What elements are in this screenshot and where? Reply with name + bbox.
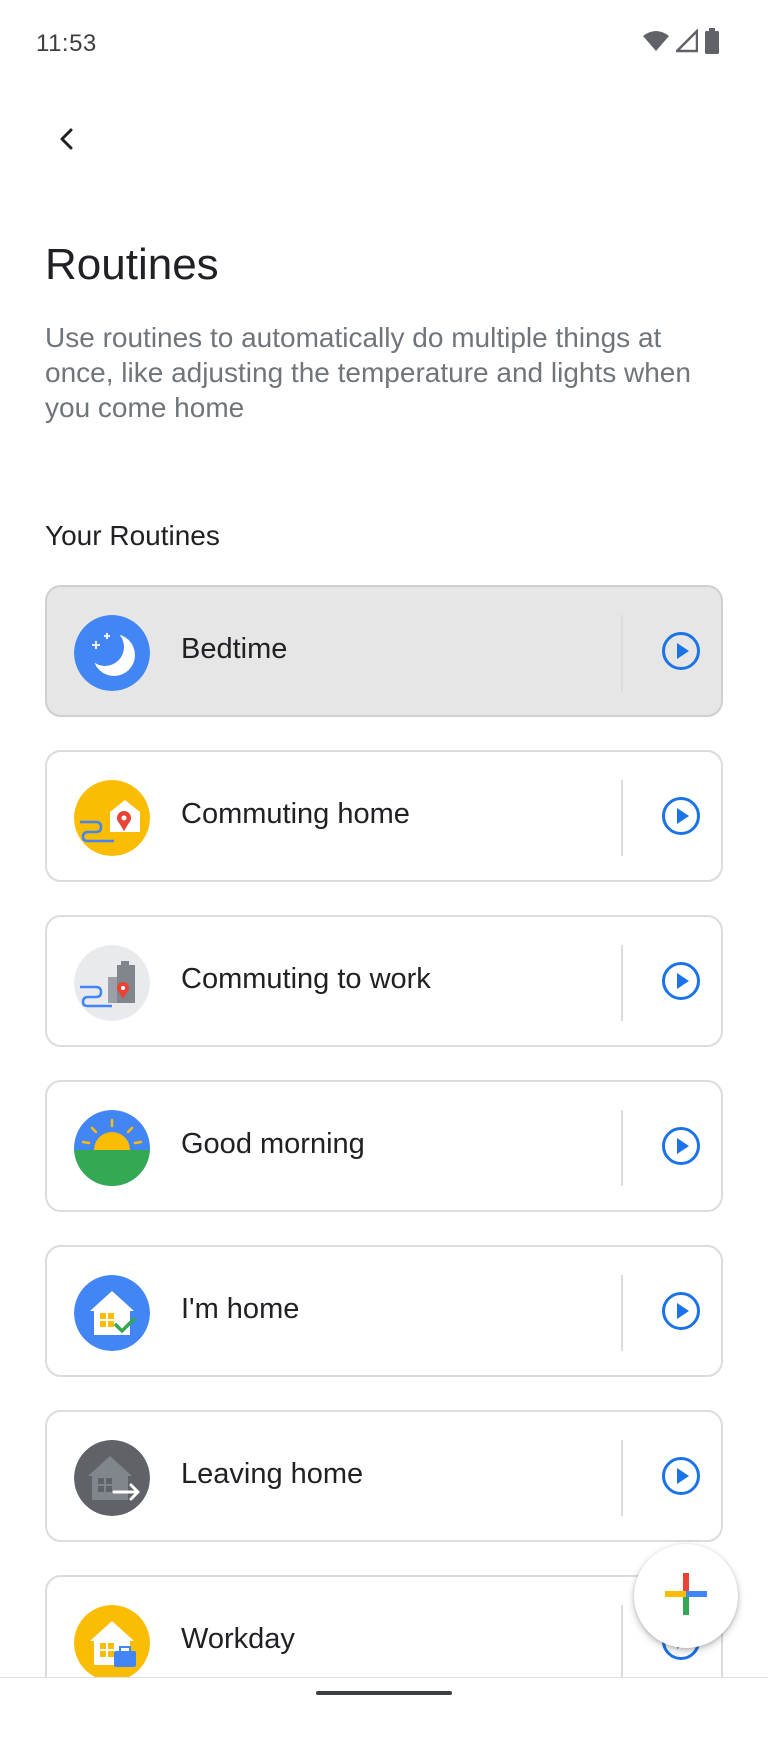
play-button-commuting-to-work[interactable] xyxy=(643,945,719,1021)
play-icon xyxy=(661,961,701,1006)
commute-work-icon xyxy=(74,945,150,1021)
play-button-bedtime[interactable] xyxy=(643,615,719,691)
page-description: Use routines to automatically do multipl… xyxy=(45,322,691,423)
divider xyxy=(621,1110,623,1186)
play-icon xyxy=(661,1126,701,1171)
divider xyxy=(621,780,623,856)
play-button-commuting-home[interactable] xyxy=(643,780,719,856)
commute-home-icon xyxy=(74,780,150,856)
navigation-bar xyxy=(0,1677,768,1708)
sunrise-icon xyxy=(74,1110,150,1186)
play-icon xyxy=(661,631,701,676)
play-button-good-morning[interactable] xyxy=(643,1110,719,1186)
play-icon xyxy=(661,796,701,841)
wifi-icon xyxy=(642,29,670,58)
plus-icon xyxy=(661,1569,711,1624)
routine-name: I'm home xyxy=(181,1293,300,1325)
routine-card-good-morning[interactable]: Good morning xyxy=(45,1080,723,1212)
routine-name: Workday xyxy=(181,1623,295,1655)
status-time: 11:53 xyxy=(36,30,97,57)
routine-card-leaving-home[interactable]: Leaving home xyxy=(45,1410,723,1542)
play-icon xyxy=(661,1456,701,1501)
routine-name: Commuting to work xyxy=(181,963,431,995)
routine-name: Bedtime xyxy=(181,633,288,665)
add-routine-button[interactable] xyxy=(634,1544,738,1648)
chevron-left-icon xyxy=(55,127,79,156)
play-button-leaving-home[interactable] xyxy=(643,1440,719,1516)
divider xyxy=(621,1605,623,1681)
routine-card-bedtime[interactable]: Bedtime xyxy=(45,585,723,717)
status-icons xyxy=(642,27,720,59)
routine-name: Leaving home xyxy=(181,1458,364,1490)
cell-signal-icon xyxy=(673,27,699,58)
house-check-icon xyxy=(74,1275,150,1351)
routine-card-commuting-home[interactable]: Commuting home xyxy=(45,750,723,882)
divider xyxy=(621,1275,623,1351)
routine-list: Bedtime Commuting home Commuting to work… xyxy=(45,585,723,1740)
divider xyxy=(621,615,623,691)
divider xyxy=(621,1440,623,1516)
routine-name: Commuting home xyxy=(181,798,410,830)
play-icon xyxy=(661,1291,701,1336)
house-briefcase-icon xyxy=(74,1605,150,1681)
moon-icon xyxy=(74,615,150,691)
routine-name: Good morning xyxy=(181,1128,365,1160)
divider xyxy=(621,945,623,1021)
section-title: Your Routines xyxy=(45,520,220,551)
home-gesture-handle[interactable] xyxy=(316,1691,452,1695)
page-title: Routines xyxy=(45,240,219,289)
battery-icon xyxy=(704,28,720,59)
status-bar: 11:53 xyxy=(0,0,768,90)
routine-card-commuting-to-work[interactable]: Commuting to work xyxy=(45,915,723,1047)
house-arrow-icon xyxy=(74,1440,150,1516)
play-button-im-home[interactable] xyxy=(643,1275,719,1351)
routine-card-im-home[interactable]: I'm home xyxy=(45,1245,723,1377)
back-button[interactable] xyxy=(40,114,94,168)
